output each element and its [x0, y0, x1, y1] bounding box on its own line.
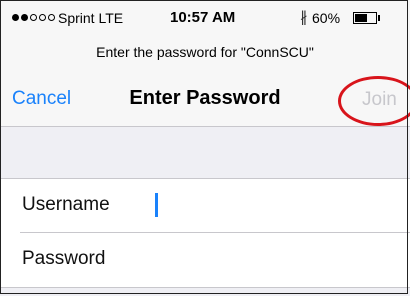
screenshot-border — [0, 0, 408, 294]
